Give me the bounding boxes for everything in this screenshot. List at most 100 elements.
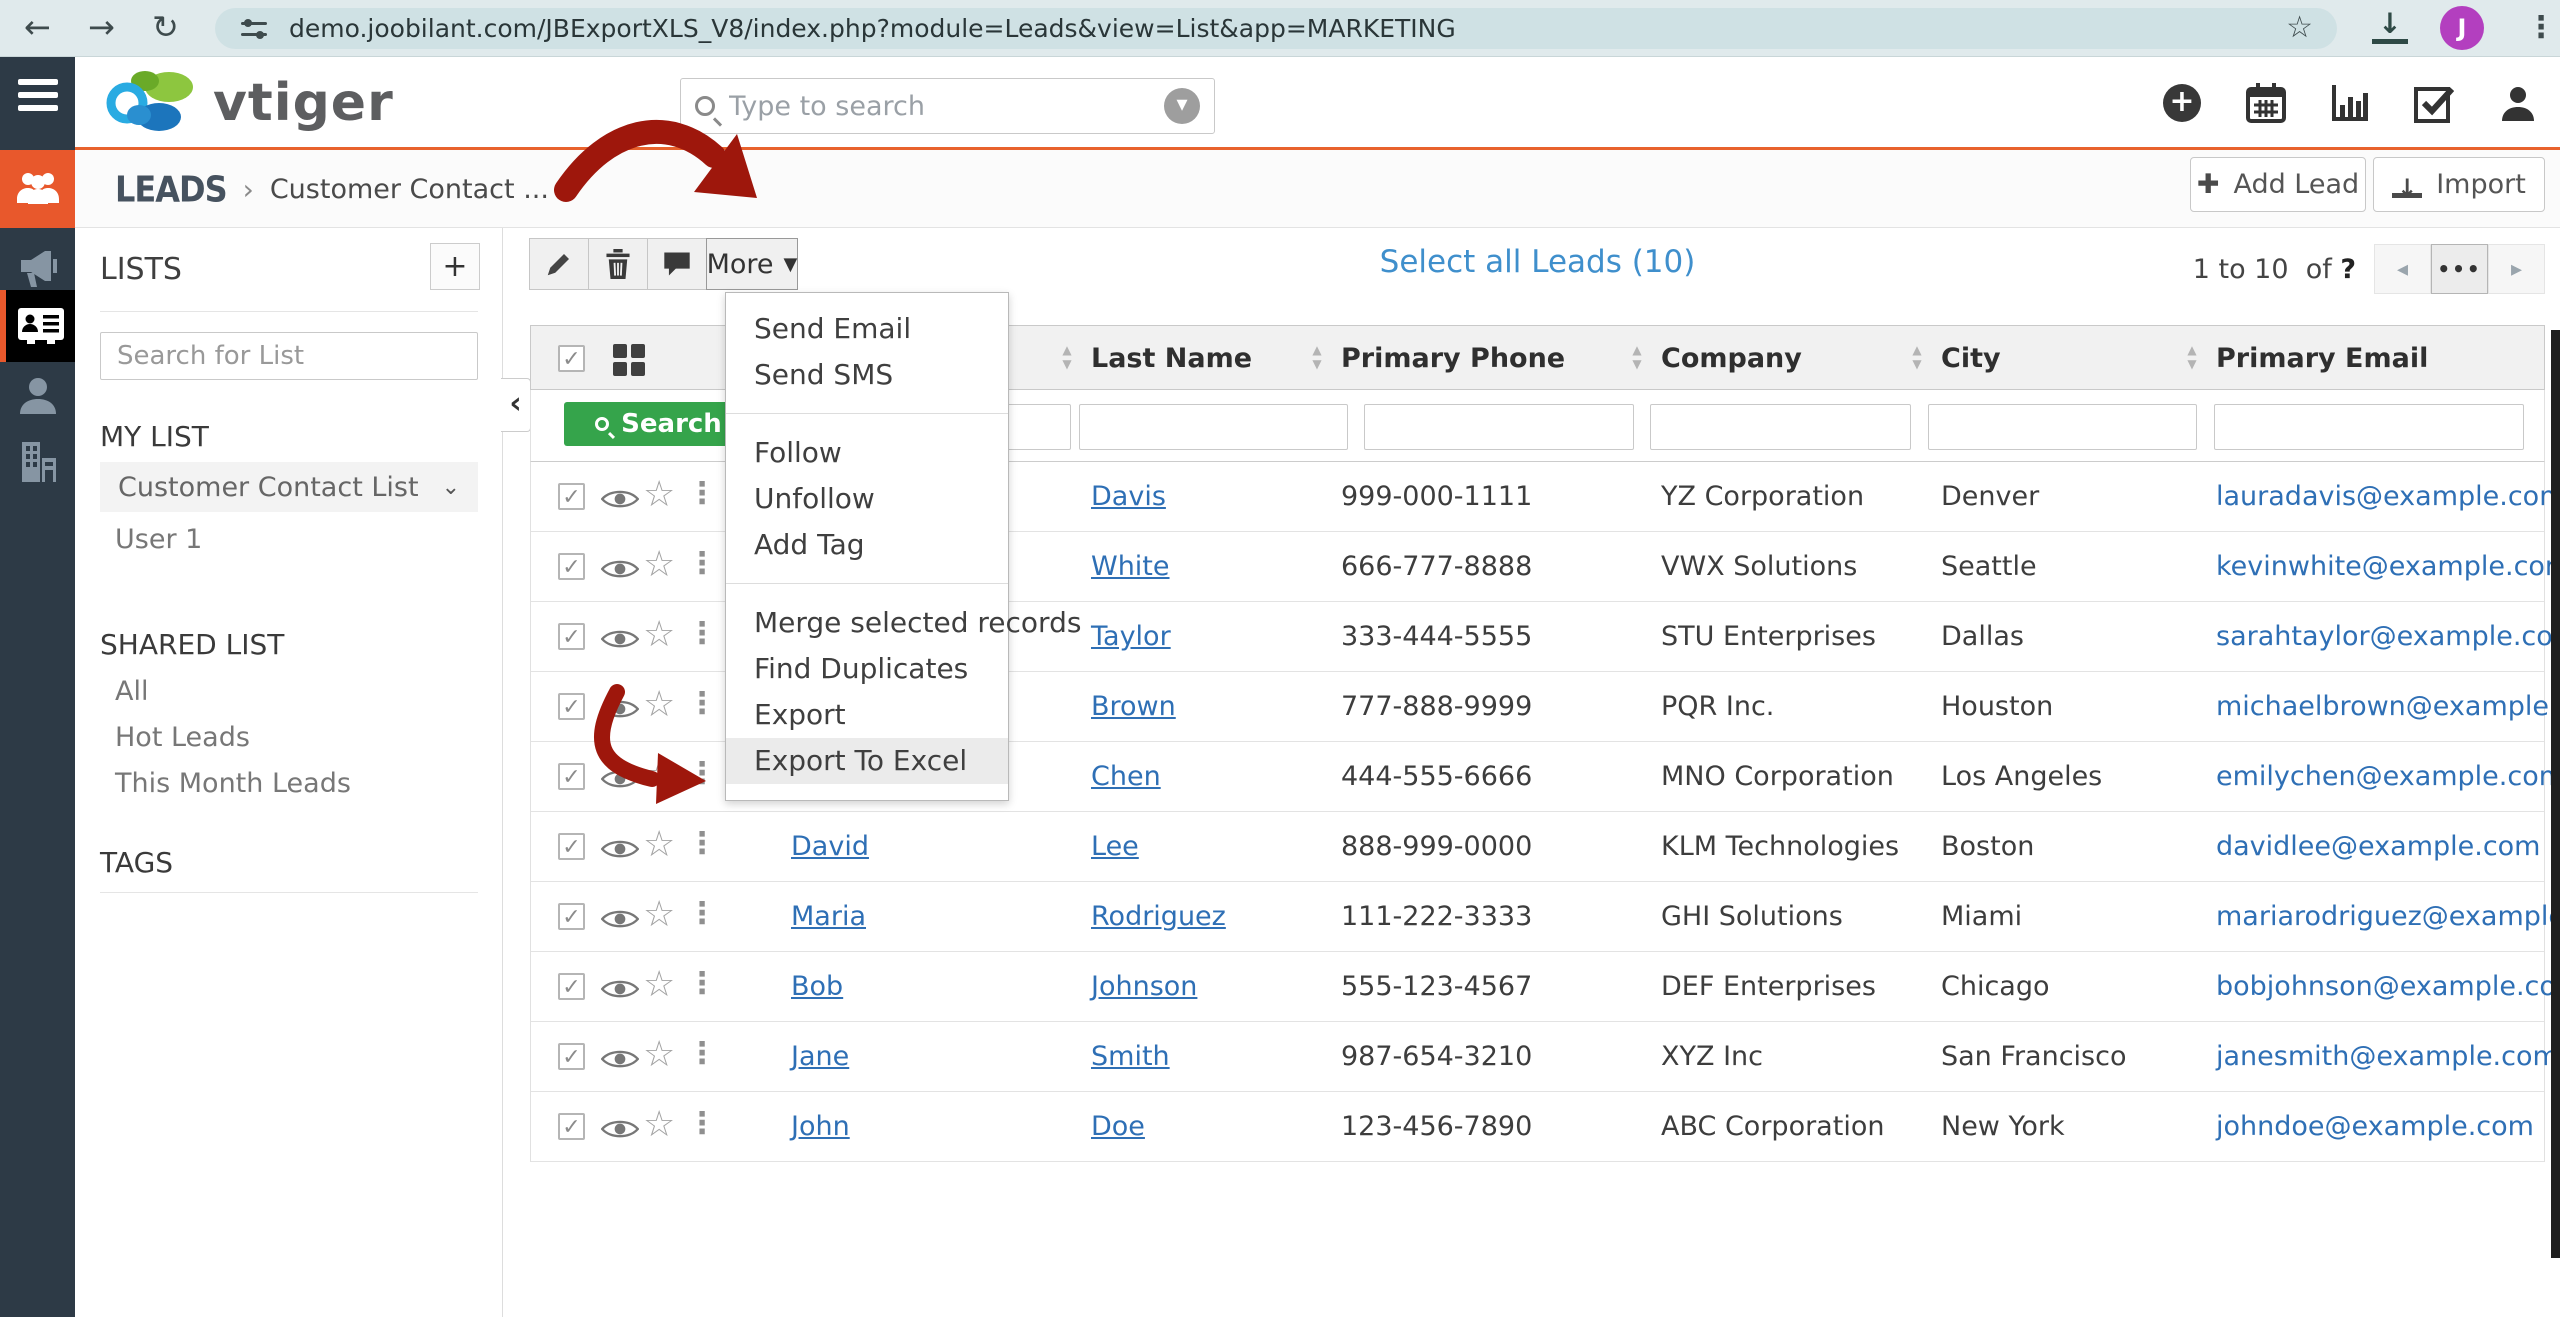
column-header-city[interactable]: City (1941, 326, 2001, 391)
column-header-phone[interactable]: Primary Phone (1341, 326, 1565, 391)
shared-list-item[interactable]: All (115, 676, 148, 707)
filter-input-company[interactable] (1650, 404, 1911, 450)
link-email[interactable]: davidlee@example.com (2216, 831, 2541, 862)
link-first_name[interactable]: Jane (791, 1041, 849, 1072)
star-icon[interactable]: ☆ (643, 614, 675, 655)
link-email[interactable]: michaelbrown@example.com (2216, 691, 2560, 722)
link-last_name[interactable]: Taylor (1091, 621, 1171, 652)
preview-eye-icon[interactable] (601, 486, 639, 516)
select-all-checkbox[interactable]: ✓ (558, 345, 585, 372)
link-last_name[interactable]: Davis (1091, 481, 1166, 512)
calendar-button[interactable] (2244, 81, 2288, 125)
row-checkbox[interactable]: ✓ (558, 623, 585, 650)
shared-list-item[interactable]: Hot Leads (115, 722, 250, 753)
row-kebab-icon[interactable]: ⋮ (687, 546, 717, 581)
global-search-input[interactable] (729, 91, 1164, 122)
menu-item-unfollow[interactable]: Unfollow (726, 476, 1008, 522)
star-icon[interactable]: ☆ (643, 544, 675, 585)
sidebar-collapse-handle[interactable]: ‹ (501, 378, 531, 432)
star-icon[interactable]: ☆ (643, 684, 675, 725)
preview-eye-icon[interactable] (601, 976, 639, 1006)
link-email[interactable]: kevinwhite@example.com (2216, 551, 2560, 582)
bookmark-star-icon[interactable]: ☆ (2286, 10, 2313, 45)
star-icon[interactable]: ☆ (643, 754, 675, 795)
browser-avatar[interactable]: J (2440, 6, 2484, 50)
link-first_name[interactable]: Bob (791, 971, 843, 1002)
row-checkbox[interactable]: ✓ (558, 763, 585, 790)
row-checkbox[interactable]: ✓ (558, 693, 585, 720)
preview-eye-icon[interactable] (601, 696, 639, 726)
breadcrumb-module[interactable]: LEADS (115, 168, 227, 211)
link-email[interactable]: janesmith@example.com (2216, 1041, 2559, 1072)
my-list-item[interactable]: User 1 (115, 524, 202, 555)
link-email[interactable]: emilychen@example.com (2216, 761, 2560, 792)
browser-menu-icon[interactable]: ⋮ (2526, 10, 2556, 45)
row-checkbox[interactable]: ✓ (558, 1043, 585, 1070)
import-button[interactable]: ↓ Import (2373, 157, 2545, 212)
sort-icon[interactable]: ▲▼ (1309, 343, 1325, 371)
link-email[interactable]: sarahtaylor@example.com (2216, 621, 2560, 652)
vtiger-logo[interactable]: vtiger (97, 65, 394, 141)
quick-create-button[interactable]: + (2160, 81, 2204, 125)
preview-eye-icon[interactable] (601, 836, 639, 866)
search-options-chevron-icon[interactable]: ▾ (1164, 88, 1200, 124)
filter-input-last_name[interactable] (1079, 404, 1348, 450)
selected-list-dropdown[interactable]: Customer Contact List ⌄ (100, 462, 478, 512)
link-first_name[interactable]: John (791, 1111, 850, 1142)
preview-eye-icon[interactable] (601, 556, 639, 586)
row-checkbox[interactable]: ✓ (558, 973, 585, 1000)
link-last_name[interactable]: Smith (1091, 1041, 1170, 1072)
row-checkbox[interactable]: ✓ (558, 1113, 585, 1140)
row-kebab-icon[interactable]: ⋮ (687, 616, 717, 651)
star-icon[interactable]: ☆ (643, 474, 675, 515)
forward-icon[interactable]: → (88, 8, 115, 46)
menu-item-merge-selected-records[interactable]: Merge selected records (726, 600, 1008, 646)
back-icon[interactable]: ← (24, 8, 51, 46)
star-icon[interactable]: ☆ (643, 824, 675, 865)
sidebar-item-leads[interactable] (0, 365, 75, 427)
sort-icon[interactable]: ▲▼ (2184, 343, 2200, 371)
preview-eye-icon[interactable] (601, 1046, 639, 1076)
link-email[interactable]: lauradavis@example.com (2216, 481, 2560, 512)
address-bar[interactable]: demo.joobilant.com/JBExportXLS_V8/index.… (215, 8, 2337, 49)
star-icon[interactable]: ☆ (643, 964, 675, 1005)
add-list-button[interactable]: + (430, 243, 480, 290)
sidebar-item-marketing[interactable] (0, 150, 75, 228)
link-first_name[interactable]: Maria (791, 901, 866, 932)
menu-item-add-tag[interactable]: Add Tag (726, 522, 1008, 568)
link-email[interactable]: mariarodriguez@example.com (2216, 901, 2560, 932)
row-kebab-icon[interactable]: ⋮ (687, 476, 717, 511)
preview-eye-icon[interactable] (601, 766, 639, 796)
row-kebab-icon[interactable]: ⋮ (687, 686, 717, 721)
tasks-button[interactable] (2412, 81, 2456, 125)
column-header-company[interactable]: Company (1661, 326, 1802, 391)
row-checkbox[interactable]: ✓ (558, 483, 585, 510)
page-scrollbar-thumb[interactable] (2551, 330, 2560, 1258)
menu-item-find-duplicates[interactable]: Find Duplicates (726, 646, 1008, 692)
star-icon[interactable]: ☆ (643, 894, 675, 935)
link-last_name[interactable]: Rodriguez (1091, 901, 1226, 932)
sort-icon[interactable]: ▲▼ (1909, 343, 1925, 371)
menu-item-follow[interactable]: Follow (726, 430, 1008, 476)
sort-icon[interactable]: ▲▼ (1629, 343, 1645, 371)
row-kebab-icon[interactable]: ⋮ (687, 1036, 717, 1071)
row-kebab-icon[interactable]: ⋮ (687, 966, 717, 1001)
menu-item-export[interactable]: Export (726, 692, 1008, 738)
row-kebab-icon[interactable]: ⋮ (687, 896, 717, 931)
preview-eye-icon[interactable] (601, 906, 639, 936)
star-icon[interactable]: ☆ (643, 1104, 675, 1145)
link-last_name[interactable]: Lee (1091, 831, 1139, 862)
shared-list-item[interactable]: This Month Leads (115, 768, 351, 799)
row-checkbox[interactable]: ✓ (558, 553, 585, 580)
star-icon[interactable]: ☆ (643, 1034, 675, 1075)
link-last_name[interactable]: Chen (1091, 761, 1161, 792)
row-kebab-icon[interactable]: ⋮ (687, 1106, 717, 1141)
grid-view-icon[interactable] (613, 344, 645, 376)
menu-item-send-email[interactable]: Send Email (726, 306, 1008, 352)
preview-eye-icon[interactable] (601, 1116, 639, 1146)
link-last_name[interactable]: Doe (1091, 1111, 1145, 1142)
filter-input-phone[interactable] (1364, 404, 1634, 450)
profile-button[interactable] (2496, 81, 2540, 125)
filter-input-city[interactable] (1928, 404, 2197, 450)
link-last_name[interactable]: Johnson (1091, 971, 1197, 1002)
